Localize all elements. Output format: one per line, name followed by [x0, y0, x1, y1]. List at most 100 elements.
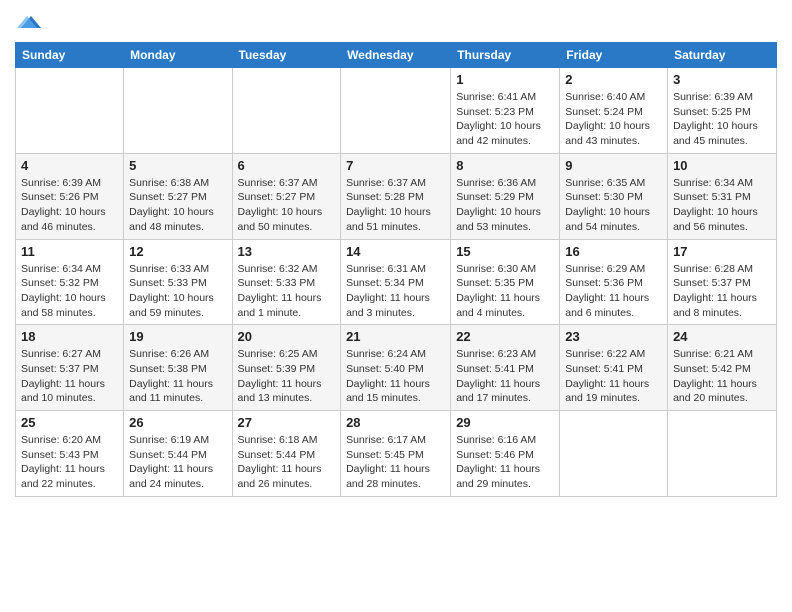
day-info: Sunrise: 6:38 AMSunset: 5:27 PMDaylight:…: [129, 176, 226, 235]
calendar-header-row: SundayMondayTuesdayWednesdayThursdayFrid…: [16, 43, 777, 68]
calendar-cell: 19 Sunrise: 6:26 AMSunset: 5:38 PMDayligh…: [124, 325, 232, 411]
day-info: Sunrise: 6:16 AMSunset: 5:46 PMDaylight:…: [456, 433, 554, 492]
calendar-cell: 8Sunrise: 6:36 AMSunset: 5:29 PMDaylight…: [451, 153, 560, 239]
calendar-cell: 23 Sunrise: 6:22 AMSunset: 5:41 PMDayligh…: [560, 325, 668, 411]
day-info: Sunrise: 6:22 AMSunset: 5:41 PMDaylight:…: [565, 347, 662, 406]
calendar-cell: [124, 68, 232, 154]
day-number: 25: [21, 415, 118, 430]
day-of-week-header: Friday: [560, 43, 668, 68]
day-info: Sunrise: 6:33 AMSunset: 5:33 PMDaylight:…: [129, 262, 226, 321]
day-number: 19: [129, 329, 226, 344]
day-number: 13: [238, 244, 336, 259]
day-number: 5: [129, 158, 226, 173]
day-number: 6: [238, 158, 336, 173]
day-number: 2: [565, 72, 662, 87]
day-number: 1: [456, 72, 554, 87]
calendar-cell: 18Sunrise: 6:27 AMSunset: 5:37 PMDayligh…: [16, 325, 124, 411]
day-number: 9: [565, 158, 662, 173]
day-info: Sunrise: 6:35 AMSunset: 5:30 PMDaylight:…: [565, 176, 662, 235]
day-number: 10: [673, 158, 771, 173]
calendar-week-row: 18Sunrise: 6:27 AMSunset: 5:37 PMDayligh…: [16, 325, 777, 411]
day-number: 16: [565, 244, 662, 259]
calendar-cell: 24 Sunrise: 6:21 AMSunset: 5:42 PMDayligh…: [668, 325, 777, 411]
calendar-cell: 12 Sunrise: 6:33 AMSunset: 5:33 PMDayligh…: [124, 239, 232, 325]
day-info: Sunrise: 6:39 AMSunset: 5:25 PMDaylight:…: [673, 90, 771, 149]
calendar-cell: 7 Sunrise: 6:37 AMSunset: 5:28 PMDaylight…: [341, 153, 451, 239]
day-number: 21: [346, 329, 445, 344]
day-number: 14: [346, 244, 445, 259]
calendar-week-row: 4 Sunrise: 6:39 AMSunset: 5:26 PMDaylight…: [16, 153, 777, 239]
day-info: Sunrise: 6:23 AMSunset: 5:41 PMDaylight:…: [456, 347, 554, 406]
day-of-week-header: Monday: [124, 43, 232, 68]
calendar-cell: 26 Sunrise: 6:19 AMSunset: 5:44 PMDayligh…: [124, 411, 232, 497]
day-info: Sunrise: 6:37 AMSunset: 5:27 PMDaylight:…: [238, 176, 336, 235]
day-number: 4: [21, 158, 118, 173]
day-info: Sunrise: 6:17 AMSunset: 5:45 PMDaylight:…: [346, 433, 445, 492]
calendar-cell: 13 Sunrise: 6:32 AMSunset: 5:33 PMDayligh…: [232, 239, 341, 325]
calendar-cell: 10 Sunrise: 6:34 AMSunset: 5:31 PMDayligh…: [668, 153, 777, 239]
day-number: 7: [346, 158, 445, 173]
day-of-week-header: Thursday: [451, 43, 560, 68]
day-number: 28: [346, 415, 445, 430]
day-number: 26: [129, 415, 226, 430]
day-info: Sunrise: 6:26 AMSunset: 5:38 PMDaylight:…: [129, 347, 226, 406]
day-info: Sunrise: 6:32 AMSunset: 5:33 PMDaylight:…: [238, 262, 336, 321]
day-info: Sunrise: 6:28 AMSunset: 5:37 PMDaylight:…: [673, 262, 771, 321]
day-info: Sunrise: 6:31 AMSunset: 5:34 PMDaylight:…: [346, 262, 445, 321]
calendar-cell: 9 Sunrise: 6:35 AMSunset: 5:30 PMDaylight…: [560, 153, 668, 239]
day-info: Sunrise: 6:40 AMSunset: 5:24 PMDaylight:…: [565, 90, 662, 149]
day-of-week-header: Sunday: [16, 43, 124, 68]
calendar-cell: [16, 68, 124, 154]
calendar-cell: 1 Sunrise: 6:41 AMSunset: 5:23 PMDaylight…: [451, 68, 560, 154]
logo: [15, 10, 41, 34]
day-number: 20: [238, 329, 336, 344]
calendar-cell: 17 Sunrise: 6:28 AMSunset: 5:37 PMDayligh…: [668, 239, 777, 325]
calendar-cell: 20Sunrise: 6:25 AMSunset: 5:39 PMDayligh…: [232, 325, 341, 411]
day-info: Sunrise: 6:27 AMSunset: 5:37 PMDaylight:…: [21, 347, 118, 406]
day-number: 22: [456, 329, 554, 344]
calendar-cell: [232, 68, 341, 154]
calendar-cell: 5 Sunrise: 6:38 AMSunset: 5:27 PMDaylight…: [124, 153, 232, 239]
page: SundayMondayTuesdayWednesdayThursdayFrid…: [0, 0, 792, 612]
day-info: Sunrise: 6:30 AMSunset: 5:35 PMDaylight:…: [456, 262, 554, 321]
day-info: Sunrise: 6:19 AMSunset: 5:44 PMDaylight:…: [129, 433, 226, 492]
day-info: Sunrise: 6:36 AMSunset: 5:29 PMDaylight:…: [456, 176, 554, 235]
day-number: 29: [456, 415, 554, 430]
day-number: 11: [21, 244, 118, 259]
calendar-week-row: 1 Sunrise: 6:41 AMSunset: 5:23 PMDaylight…: [16, 68, 777, 154]
day-number: 24: [673, 329, 771, 344]
calendar-cell: 6 Sunrise: 6:37 AMSunset: 5:27 PMDaylight…: [232, 153, 341, 239]
day-info: Sunrise: 6:24 AMSunset: 5:40 PMDaylight:…: [346, 347, 445, 406]
day-number: 17: [673, 244, 771, 259]
day-of-week-header: Saturday: [668, 43, 777, 68]
day-of-week-header: Tuesday: [232, 43, 341, 68]
day-number: 3: [673, 72, 771, 87]
calendar-table: SundayMondayTuesdayWednesdayThursdayFrid…: [15, 42, 777, 497]
calendar-cell: 14 Sunrise: 6:31 AMSunset: 5:34 PMDayligh…: [341, 239, 451, 325]
day-info: Sunrise: 6:18 AMSunset: 5:44 PMDaylight:…: [238, 433, 336, 492]
header: [15, 10, 777, 34]
day-number: 27: [238, 415, 336, 430]
day-info: Sunrise: 6:34 AMSunset: 5:31 PMDaylight:…: [673, 176, 771, 235]
calendar-week-row: 25 Sunrise: 6:20 AMSunset: 5:43 PMDayligh…: [16, 411, 777, 497]
day-info: Sunrise: 6:20 AMSunset: 5:43 PMDaylight:…: [21, 433, 118, 492]
calendar-cell: 25 Sunrise: 6:20 AMSunset: 5:43 PMDayligh…: [16, 411, 124, 497]
day-info: Sunrise: 6:29 AMSunset: 5:36 PMDaylight:…: [565, 262, 662, 321]
day-info: Sunrise: 6:41 AMSunset: 5:23 PMDaylight:…: [456, 90, 554, 149]
day-of-week-header: Wednesday: [341, 43, 451, 68]
calendar-cell: [341, 68, 451, 154]
calendar-cell: 16 Sunrise: 6:29 AMSunset: 5:36 PMDayligh…: [560, 239, 668, 325]
calendar-cell: 21 Sunrise: 6:24 AMSunset: 5:40 PMDayligh…: [341, 325, 451, 411]
calendar-cell: 15 Sunrise: 6:30 AMSunset: 5:35 PMDayligh…: [451, 239, 560, 325]
calendar-cell: 4 Sunrise: 6:39 AMSunset: 5:26 PMDaylight…: [16, 153, 124, 239]
day-number: 15: [456, 244, 554, 259]
day-info: Sunrise: 6:37 AMSunset: 5:28 PMDaylight:…: [346, 176, 445, 235]
logo-icon: [17, 10, 41, 34]
calendar-cell: 2 Sunrise: 6:40 AMSunset: 5:24 PMDaylight…: [560, 68, 668, 154]
calendar-cell: 3 Sunrise: 6:39 AMSunset: 5:25 PMDaylight…: [668, 68, 777, 154]
day-info: Sunrise: 6:39 AMSunset: 5:26 PMDaylight:…: [21, 176, 118, 235]
calendar-cell: 28 Sunrise: 6:17 AMSunset: 5:45 PMDayligh…: [341, 411, 451, 497]
day-number: 12: [129, 244, 226, 259]
day-info: Sunrise: 6:21 AMSunset: 5:42 PMDaylight:…: [673, 347, 771, 406]
day-number: 23: [565, 329, 662, 344]
